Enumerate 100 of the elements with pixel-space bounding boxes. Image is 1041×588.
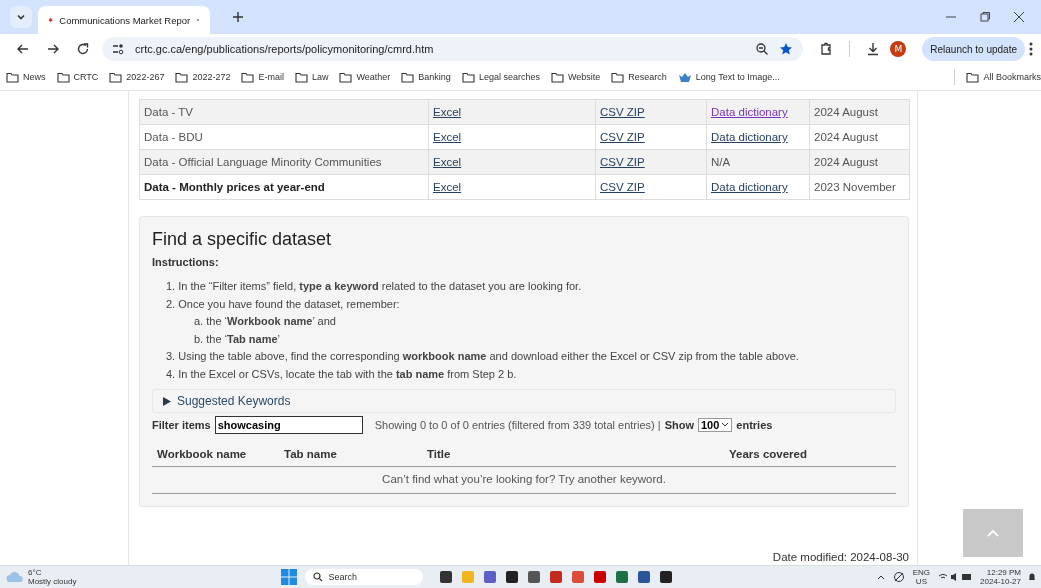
taskbar-search[interactable]: Search (304, 569, 423, 585)
address-bar[interactable]: crtc.gc.ca/eng/publications/reports/policymonitoring/cmrd.htm (102, 37, 804, 61)
filter-input[interactable]: showcasing (214, 416, 363, 434)
folder-icon (175, 71, 189, 83)
url-text: crtc.gc.ca/eng/publications/reports/policymonitoring/cmrd.htm (135, 43, 434, 55)
folder-icon (6, 71, 19, 83)
date-modified: Date modified: 2024-08-30 (772, 551, 909, 563)
excel-link[interactable]: Excel (433, 106, 462, 118)
empty-message: Can’t find what you’re looking for? Try another keyword. (152, 467, 896, 494)
start-icon[interactable] (280, 569, 297, 585)
back-icon[interactable] (16, 42, 30, 56)
star-icon[interactable] (779, 42, 794, 56)
step-number: a. (194, 315, 204, 327)
folder-icon (241, 71, 255, 83)
language[interactable]: ENG (912, 568, 931, 577)
chevron-up-icon[interactable] (876, 574, 885, 580)
bookmark[interactable]: CRTC (56, 71, 99, 83)
relaunch-button[interactable]: Relaunch to update (922, 37, 1025, 61)
bookmark[interactable]: Research (611, 71, 667, 83)
bookmark[interactable]: Website (550, 71, 601, 83)
profile-avatar[interactable]: M (890, 41, 907, 57)
close-icon[interactable] (1013, 11, 1025, 23)
forward-icon[interactable] (46, 42, 60, 56)
clock-time[interactable]: 12:29 PM (986, 568, 1021, 577)
bookmark[interactable]: 2022-267 (109, 71, 165, 83)
suggested-keywords-toggle[interactable]: Suggested Keywords (152, 389, 896, 413)
bookmark[interactable]: 2022-272 (175, 71, 231, 83)
csv-zip-link[interactable]: CSV ZIP (600, 106, 645, 118)
excel-link[interactable]: Excel (433, 181, 462, 193)
step-text: In the “Filter items” field, type a keyword related to the dataset you are looking for. (178, 280, 582, 292)
bookmark[interactable]: Weather (339, 71, 391, 83)
folder-icon (461, 71, 475, 83)
step-text: Using the table above, find the corresponding workbook name and download either the Excel or CSV zip from the table above. (178, 350, 799, 362)
extensions-icon[interactable] (819, 42, 834, 56)
table-cell: 2023 November (809, 174, 910, 200)
excel-link[interactable]: Excel (433, 156, 462, 168)
column-header: Workbook name (157, 448, 248, 460)
csv-zip-link[interactable]: CSV ZIP (600, 181, 645, 193)
bookmark[interactable]: Law (294, 71, 329, 83)
temperature: 6°C (28, 568, 43, 577)
app-icon[interactable] (636, 570, 651, 584)
step-number: 4. (166, 367, 176, 380)
tab-title: Communications Market Repor (59, 14, 191, 26)
more-icon[interactable] (1029, 42, 1033, 56)
column-header: Title (427, 448, 452, 460)
table-cell: N/A (711, 156, 731, 168)
bookmark[interactable]: Long Text to Image... (677, 71, 780, 83)
table-cell: Data - BDU (139, 124, 429, 150)
instructions-label: Instructions: (152, 256, 220, 268)
table-cell: Data - Official Language Minority Communities (139, 149, 429, 175)
step-text: the ‘Workbook name’ and (206, 315, 336, 327)
table-cell: 2024 August (809, 124, 910, 150)
step-number: 2. (166, 297, 176, 310)
bookmark[interactable]: Banking (401, 71, 451, 83)
folder-icon (109, 71, 123, 83)
bell-icon[interactable] (1029, 572, 1035, 582)
table-cell: Data - TV (139, 99, 429, 125)
app-icon[interactable] (504, 570, 519, 584)
reload-icon[interactable] (76, 42, 90, 56)
show-label: Show (664, 419, 694, 431)
table-cell: 2024 August (809, 99, 910, 125)
network-icon[interactable] (892, 571, 905, 583)
status-icons-drawing[interactable] (938, 572, 973, 582)
folder-icon (294, 71, 308, 83)
column-header: Years covered (729, 448, 807, 460)
excel-link[interactable]: Excel (433, 131, 462, 143)
region[interactable]: US (915, 577, 927, 586)
filter-label: Filter items (152, 419, 211, 431)
entries-info: Showing 0 to 0 of 0 entries (filtered from 339 total entries) | (374, 419, 661, 431)
step-number: 1. (166, 280, 176, 292)
entries-label: entries (736, 419, 773, 431)
csv-zip-link[interactable]: CSV ZIP (600, 131, 645, 143)
expand-triangle-icon (163, 396, 171, 406)
folder-icon (550, 71, 564, 83)
table-cell: Data - Monthly prices at year-end (139, 174, 429, 200)
step-number: 3. (166, 350, 176, 362)
folder-icon (966, 71, 980, 83)
new-tab-icon[interactable] (232, 11, 244, 23)
app-icon[interactable] (438, 570, 453, 584)
step-text: In the Excel or CSVs, locate the tab with the tab name from Step 2 b. (178, 367, 517, 380)
folder-icon (611, 71, 625, 83)
csv-zip-link[interactable]: CSV ZIP (600, 156, 645, 168)
cloud-icon (6, 571, 24, 583)
zoom-icon[interactable] (755, 42, 770, 56)
weather-text: Mostly cloudy (28, 577, 77, 586)
bookmark[interactable]: Legal searches (461, 71, 540, 83)
browser-tab[interactable]: Communications Market Repor (38, 6, 210, 34)
all-bookmarks[interactable]: All Bookmarks (966, 71, 1041, 83)
section-heading: Find a specific dataset (152, 229, 333, 250)
folder-icon (339, 71, 353, 83)
app-icon[interactable] (658, 570, 673, 584)
bookmark[interactable]: E-mail (241, 71, 284, 83)
bookmark[interactable]: News (6, 71, 46, 83)
restore-icon[interactable] (979, 11, 991, 23)
download-icon[interactable] (866, 42, 881, 56)
clock-date[interactable]: 2024-10-27 (980, 577, 1021, 586)
app-icon[interactable] (526, 570, 541, 584)
tab-list-button[interactable] (10, 6, 32, 28)
page-size-select[interactable]: 100 (698, 418, 733, 432)
step-text: the ‘Tab name’ (206, 332, 281, 345)
